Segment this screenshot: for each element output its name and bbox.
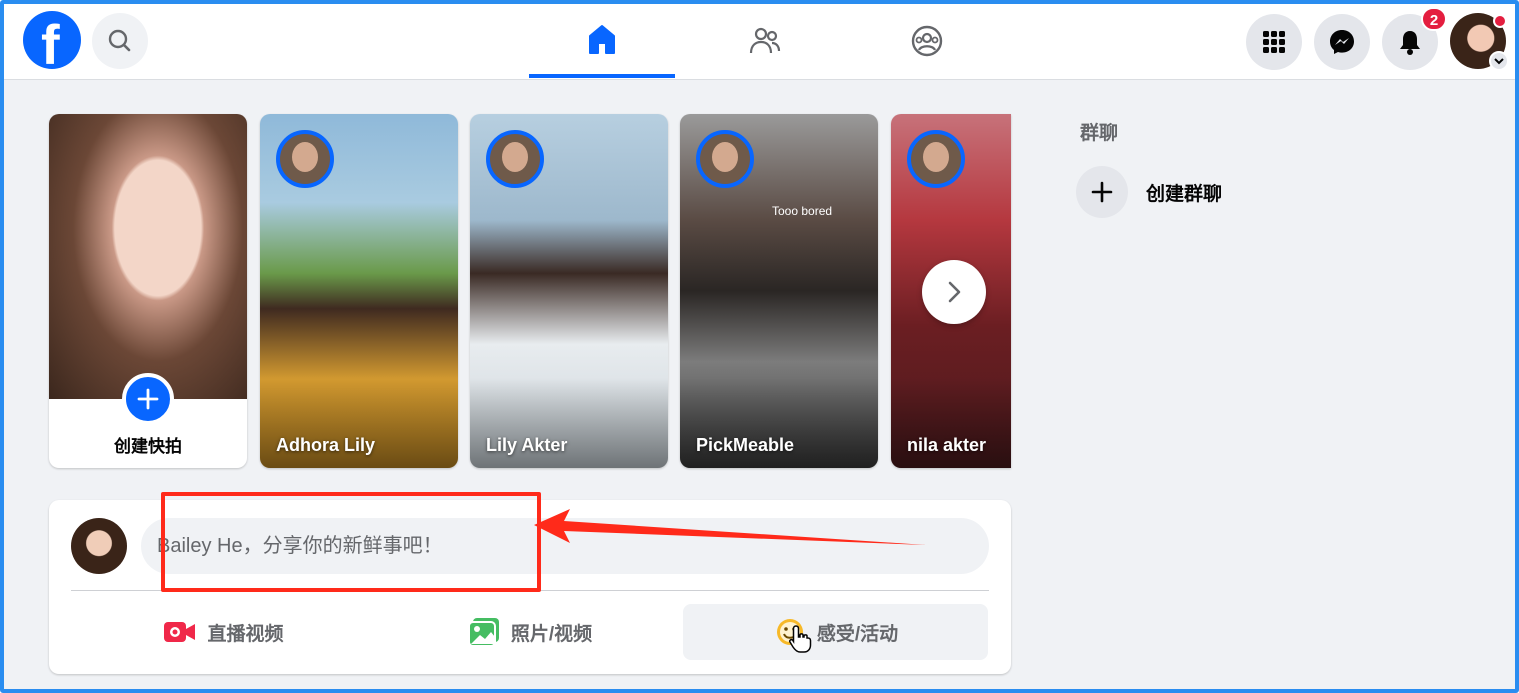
story-caption: Tooo bored xyxy=(772,204,833,218)
feeling-activity-label: 感受/活动 xyxy=(816,623,899,645)
top-navigation-bar: f 2 xyxy=(4,4,1515,80)
story-card[interactable]: Lily Akter xyxy=(470,114,668,468)
photo-icon xyxy=(467,618,499,647)
create-story-card[interactable]: 创建快拍 xyxy=(49,114,247,468)
story-author-avatar xyxy=(486,130,544,188)
story-author-name: nila akter xyxy=(907,435,987,455)
composer-avatar[interactable] xyxy=(71,518,127,574)
live-video-label: 直播视频 xyxy=(207,623,284,645)
tab-groups[interactable] xyxy=(854,4,1000,78)
story-author-name: Lily Akter xyxy=(486,435,568,455)
live-video-button[interactable]: 直播视频 xyxy=(71,604,376,660)
create-story-plus-button[interactable] xyxy=(122,373,174,425)
story-author-name: PickMeable xyxy=(696,435,795,455)
stories-next-button[interactable] xyxy=(922,260,986,324)
chevron-down-icon xyxy=(1494,58,1504,65)
story-author-avatar xyxy=(696,130,754,188)
bell-icon xyxy=(1400,31,1420,55)
logo-letter: f xyxy=(41,13,60,70)
story-card[interactable]: Adhora Lily xyxy=(260,114,458,468)
groups-icon xyxy=(911,25,943,57)
search-button[interactable] xyxy=(92,13,148,69)
tab-home[interactable] xyxy=(529,4,675,78)
facebook-logo[interactable]: f xyxy=(23,11,81,69)
hand-pointer-cursor xyxy=(789,625,812,653)
home-icon xyxy=(589,25,615,54)
messenger-icon xyxy=(1330,30,1354,54)
photo-video-button[interactable]: 照片/视频 xyxy=(377,604,682,660)
story-author-name: Adhora Lily xyxy=(276,435,376,455)
account-menu-button[interactable] xyxy=(1489,51,1509,71)
annotation-arrow xyxy=(534,509,926,545)
create-group-plus xyxy=(1076,166,1128,218)
story-card[interactable]: Tooo bored PickMeable xyxy=(680,114,878,468)
create-story-label: 创建快拍 xyxy=(114,437,182,456)
friends-icon xyxy=(749,27,781,54)
search-icon xyxy=(108,29,131,52)
annotation-highlight-box xyxy=(161,492,541,592)
plus-icon xyxy=(137,388,159,410)
tab-friends[interactable] xyxy=(692,4,838,78)
grid-menu-icon xyxy=(1263,31,1285,53)
create-story-photo xyxy=(49,114,247,399)
chevron-right-icon xyxy=(948,281,961,303)
notification-count-badge: 2 xyxy=(1421,7,1447,31)
live-video-icon xyxy=(164,622,196,642)
feeling-activity-button[interactable]: 感受/活动 xyxy=(683,604,988,660)
photo-video-label: 照片/视频 xyxy=(510,623,593,645)
create-group-chat-label: 创建群聊 xyxy=(1146,183,1223,205)
story-author-avatar xyxy=(276,130,334,188)
status-dot xyxy=(1493,14,1507,28)
create-group-chat-button[interactable]: 创建群聊 xyxy=(1076,164,1336,220)
browser-frame: f 2 创建快拍 Adhora Lily Lily Akter Tooo bor… xyxy=(0,0,1519,693)
plus-icon xyxy=(1091,181,1113,203)
messenger-button[interactable] xyxy=(1314,14,1370,70)
menu-button[interactable] xyxy=(1246,14,1302,70)
story-author-avatar xyxy=(907,130,965,188)
group-chats-heading: 群聊 xyxy=(1080,123,1119,144)
